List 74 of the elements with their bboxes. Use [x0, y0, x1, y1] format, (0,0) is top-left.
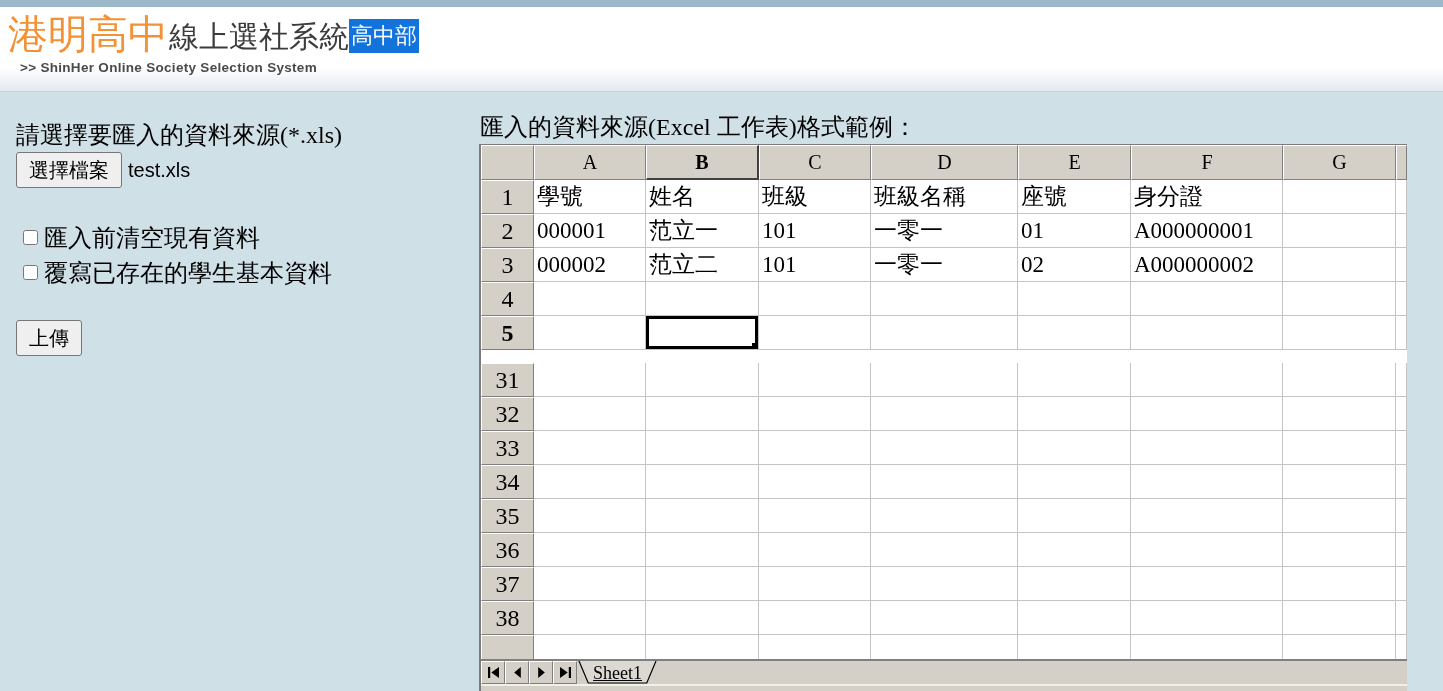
table-cell: 范立二 — [646, 248, 759, 282]
row-header: 35 — [481, 499, 534, 533]
row-header: 1 — [481, 180, 534, 214]
checkbox[interactable] — [23, 230, 38, 245]
table-cell: 班級 — [759, 180, 871, 214]
column-header: G — [1283, 145, 1396, 180]
empty-cell — [1396, 363, 1407, 397]
table-cell: 01 — [1018, 214, 1131, 248]
row-header: 34 — [481, 465, 534, 499]
sheet-tab[interactable]: Sheet1 — [579, 661, 656, 684]
column-header: F — [1131, 145, 1283, 180]
row-header: 3 — [481, 248, 534, 282]
division-tag: 高中部 — [349, 19, 419, 53]
next-sheet-button[interactable] — [529, 661, 553, 684]
file-prompt: 請選擇要匯入的資料來源(*.xls) — [16, 121, 342, 149]
table-cell: 一零一 — [871, 214, 1018, 248]
option-label[interactable]: 匯入前清空現有資料 — [44, 223, 260, 252]
empty-cell — [1396, 316, 1407, 350]
option-label[interactable]: 覆寫已存在的學生基本資料 — [44, 258, 332, 287]
column-header: B — [646, 145, 759, 180]
choose-file-button[interactable]: 選擇檔案 — [16, 152, 122, 188]
empty-cell — [1396, 431, 1407, 465]
table-cell: 座號 — [1018, 180, 1131, 214]
empty-cell — [1396, 567, 1407, 601]
table-cell: 身分證 — [1131, 180, 1283, 214]
table-cell: 范立一 — [646, 214, 759, 248]
column-header: C — [759, 145, 871, 180]
system-name: 線上選社系統 — [169, 18, 349, 56]
column-header: A — [534, 145, 646, 180]
empty-cell — [1396, 248, 1407, 282]
horizontal-scrollbar[interactable] — [481, 684, 1407, 691]
table-cell: A000000001 — [1131, 214, 1283, 248]
file-name: test.xls — [128, 158, 191, 182]
empty-cell — [1396, 282, 1407, 316]
row-header: 4 — [481, 282, 534, 316]
table-cell: 000001 — [534, 214, 646, 248]
row-header: 2 — [481, 214, 534, 248]
logo-subtitle: >> ShinHer Online Society Selection System — [19, 59, 318, 76]
next-icon — [537, 667, 545, 678]
sample-caption: 匯入的資料來源(Excel 工作表)格式範例： — [480, 113, 917, 141]
table-cell: 姓名 — [646, 180, 759, 214]
row-header: 31 — [481, 363, 534, 397]
table-cell: 101 — [759, 214, 871, 248]
empty-cell — [1396, 465, 1407, 499]
checkbox[interactable] — [23, 265, 38, 280]
table-cell: A000000002 — [1131, 248, 1283, 282]
previous-sheet-button[interactable] — [505, 661, 529, 684]
row-header: 37 — [481, 567, 534, 601]
table-cell: 101 — [759, 248, 871, 282]
previous-icon — [513, 667, 521, 678]
last-sheet-button[interactable] — [553, 661, 577, 684]
last-icon — [559, 667, 571, 678]
column-header: E — [1018, 145, 1131, 180]
school-name: 港明高中 — [8, 11, 168, 57]
empty-cell — [1396, 214, 1407, 248]
first-icon — [487, 667, 499, 678]
row-header: 5 — [481, 316, 534, 350]
table-cell: 000002 — [534, 248, 646, 282]
empty-cell — [1396, 533, 1407, 567]
empty-cell — [1396, 499, 1407, 533]
first-sheet-button[interactable] — [481, 661, 505, 684]
empty-cell — [1396, 397, 1407, 431]
column-header: D — [871, 145, 1018, 180]
row-header: 33 — [481, 431, 534, 465]
row-header: 38 — [481, 601, 534, 635]
table-cell: 學號 — [534, 180, 646, 214]
upload-button[interactable]: 上傳 — [16, 320, 82, 356]
table-cell: 班級名稱 — [871, 180, 1018, 214]
table-cell: 一零一 — [871, 248, 1018, 282]
table-cell: 02 — [1018, 248, 1131, 282]
row-header: 32 — [481, 397, 534, 431]
empty-cell — [1396, 601, 1407, 635]
handle-icon — [752, 343, 758, 349]
row-header: 36 — [481, 533, 534, 567]
